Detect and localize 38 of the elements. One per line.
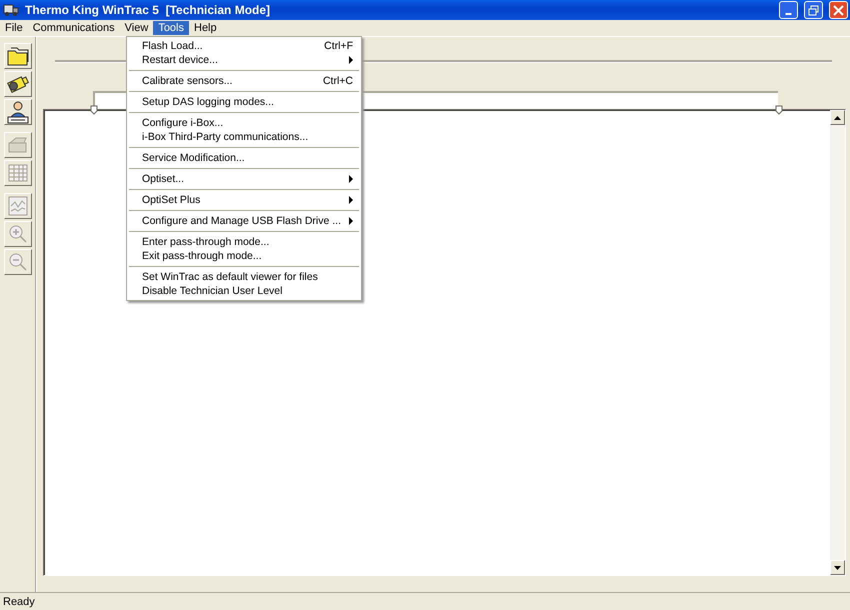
close-icon	[833, 4, 844, 16]
menu-option[interactable]: Restart device...	[127, 53, 361, 67]
menu-option[interactable]: Configure and Manage USB Flash Drive ...	[127, 214, 361, 228]
minimize-button[interactable]	[779, 1, 798, 19]
minimize-icon	[785, 12, 792, 14]
toolbar-button[interactable]	[4, 71, 32, 97]
window-title: Thermo King WinTrac 5 [Technician Mode]	[25, 3, 272, 17]
menu-option[interactable]: OptiSet Plus	[127, 193, 361, 207]
menu-item[interactable]: Tools	[153, 21, 189, 35]
scroll-down-icon[interactable]	[834, 566, 841, 570]
truck-icon	[3, 3, 19, 17]
range-handle[interactable]	[775, 105, 783, 115]
restore-button[interactable]	[804, 1, 823, 19]
menu-option[interactable]: Flash Load... Ctrl+F	[127, 39, 361, 53]
menu-option[interactable]: Enter pass-through mode...	[127, 235, 361, 249]
status-text: Ready	[3, 596, 35, 608]
close-button[interactable]	[829, 1, 848, 19]
menu-option[interactable]: Calibrate sensors... Ctrl+C	[127, 74, 361, 88]
menu-option[interactable]: Set WinTrac as default viewer for files	[127, 270, 361, 284]
menu-item[interactable]: Help	[189, 21, 222, 35]
menu-option[interactable]: i-Box Third-Party communications...	[127, 130, 361, 144]
menu-item[interactable]: File	[0, 21, 28, 35]
range-handle[interactable]	[90, 105, 98, 115]
menu-option[interactable]: Setup DAS logging modes...	[127, 95, 361, 109]
scroll-up-icon[interactable]	[834, 116, 841, 120]
menu-option[interactable]: Service Modification...	[127, 151, 361, 165]
toolbar-button[interactable]	[4, 43, 32, 69]
menu-item[interactable]: Communications	[28, 21, 120, 35]
technician-icon	[6, 100, 30, 124]
scrollbar[interactable]	[830, 110, 845, 575]
menu-option[interactable]: Optiset...	[127, 172, 361, 186]
restore-icon	[808, 4, 819, 16]
menu-item[interactable]: View	[120, 21, 154, 35]
toolbar-button[interactable]	[4, 99, 32, 125]
chart-icon	[6, 194, 30, 218]
menu-option[interactable]: Disable Technician User Level	[127, 284, 361, 298]
menu-option[interactable]: Configure i-Box...	[127, 116, 361, 130]
menu-option[interactable]: Exit pass-through mode...	[127, 249, 361, 263]
